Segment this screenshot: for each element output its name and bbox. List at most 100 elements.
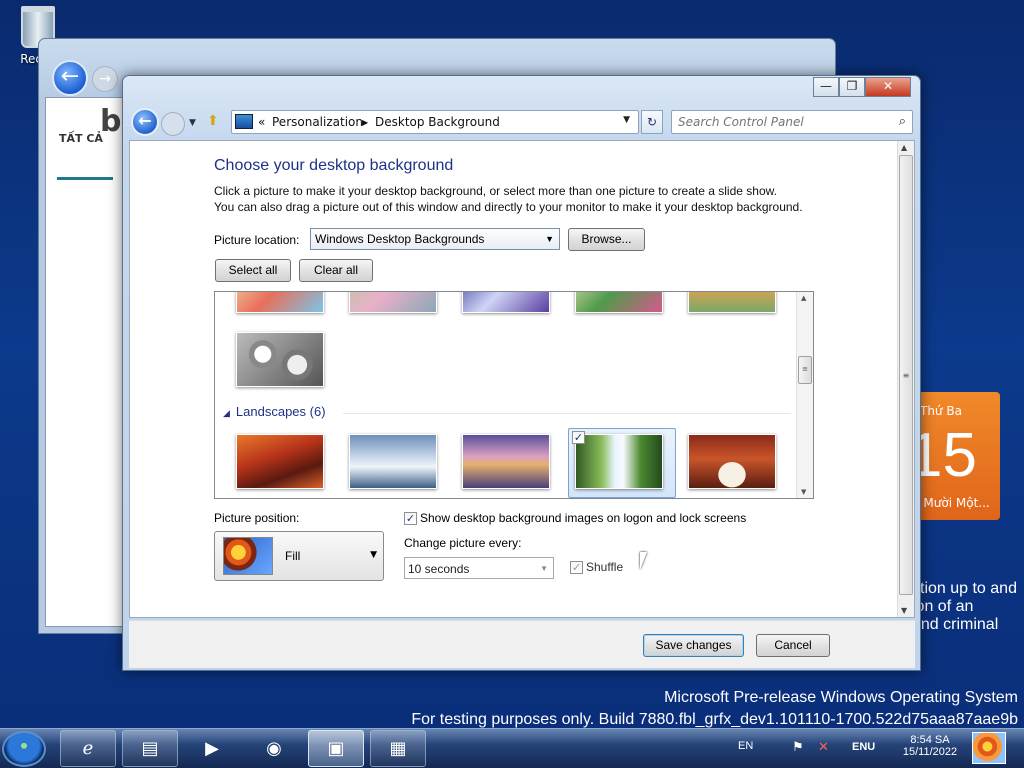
- breadcrumb-desktop-background[interactable]: Desktop Background: [375, 115, 500, 129]
- picture-location-label: Picture location:: [214, 233, 300, 247]
- media-player-icon[interactable]: ▶: [184, 730, 240, 767]
- show-desktop-thumbnail-icon[interactable]: [972, 732, 1006, 764]
- wallpaper-checkbox[interactable]: ✓: [572, 431, 585, 444]
- save-changes-button[interactable]: Save changes: [643, 634, 744, 657]
- tab-all[interactable]: TẤT CẢ: [59, 132, 103, 145]
- show-on-logon-label[interactable]: Show desktop background images on logon …: [420, 511, 746, 525]
- search-input[interactable]: [678, 114, 878, 130]
- calendar-month: g Mười Một...: [914, 496, 990, 510]
- group-divider: [343, 413, 791, 414]
- up-folder-icon[interactable]: ⬆: [207, 113, 223, 129]
- clock-date: 15/11/2022: [902, 746, 958, 758]
- clock-time: 8:54 SA: [910, 734, 950, 746]
- chevron-down-icon: ▼: [370, 550, 377, 560]
- wallpaper-thumbnail[interactable]: [688, 292, 776, 313]
- action-center-flag-icon[interactable]: ⚑: [792, 739, 804, 755]
- search-icon[interactable]: ⌕: [899, 114, 906, 129]
- bing-logo-icon: b: [100, 104, 122, 139]
- group-header-landscapes[interactable]: ◢ Landscapes (6): [223, 404, 326, 419]
- refresh-icon[interactable]: ↻: [641, 110, 663, 134]
- calendar-day-number: 15: [914, 421, 977, 490]
- breadcrumb-overflow[interactable]: «: [258, 115, 265, 129]
- control-panel-icon[interactable]: ▣: [308, 730, 364, 767]
- content-scrollbar[interactable]: ▲ ≡ ▼: [897, 141, 914, 617]
- shuffle-label[interactable]: Shuffle: [586, 560, 623, 574]
- wallpaper-thumbnail[interactable]: [462, 434, 550, 489]
- collapse-triangle-icon[interactable]: ◢: [223, 408, 230, 418]
- scrollbar-thumb[interactable]: ≡: [798, 356, 812, 384]
- picture-location-select[interactable]: Windows Desktop Backgrounds ▼: [310, 228, 560, 250]
- volume-muted-icon[interactable]: ✕: [818, 739, 829, 755]
- breadcrumb-separator-icon[interactable]: ▶: [362, 118, 368, 127]
- address-bar[interactable]: « Personalization ▶ Desktop Background ▼: [231, 110, 639, 134]
- maximize-button[interactable]: ❐: [839, 77, 865, 97]
- clear-all-button[interactable]: Clear all: [299, 259, 373, 282]
- chevron-down-icon[interactable]: ▼: [189, 118, 196, 128]
- news-line: ction up to and: [912, 580, 1017, 597]
- wallpaper-thumbnail[interactable]: [688, 434, 776, 489]
- wallpaper-gallery[interactable]: ◢ Landscapes (6) ✓ ▲ ≡ ▼: [214, 291, 814, 499]
- group-header-label: Landscapes (6): [235, 404, 326, 419]
- breadcrumb-personalization[interactable]: Personalization: [272, 115, 363, 129]
- browse-button[interactable]: Browse...: [568, 228, 645, 251]
- wallpaper-thumbnail[interactable]: [236, 292, 324, 313]
- raccoon-app-icon[interactable]: ◉: [246, 730, 302, 767]
- wallpaper-thumbnail[interactable]: [236, 332, 324, 387]
- forward-arrow-icon[interactable]: →: [92, 66, 118, 92]
- input-language[interactable]: ENU: [852, 741, 875, 753]
- change-every-select[interactable]: 10 seconds ▼: [404, 557, 554, 579]
- news-line: and criminal: [912, 616, 999, 633]
- wallpaper-thumbnail[interactable]: [349, 292, 437, 313]
- scrollbar-thumb[interactable]: ≡: [899, 155, 913, 595]
- watermark-line-1: Microsoft Pre-release Windows Operating …: [664, 689, 1018, 706]
- show-on-logon-checkbox[interactable]: ✓: [404, 512, 417, 525]
- action-bar: Save changes Cancel: [129, 620, 915, 668]
- picture-position-select[interactable]: Fill ▼: [214, 531, 384, 581]
- change-every-value: 10 seconds: [408, 562, 470, 576]
- cancel-button[interactable]: Cancel: [756, 634, 830, 657]
- wallpaper-thumbnail-selected[interactable]: [575, 434, 663, 489]
- forward-arrow-icon[interactable]: [161, 112, 185, 136]
- picture-position-value: Fill: [285, 549, 301, 563]
- page-description: Click a picture to make it your desktop …: [214, 183, 803, 215]
- shuffle-checkbox[interactable]: ✓: [570, 561, 583, 574]
- chevron-down-icon[interactable]: ▼: [623, 115, 630, 125]
- description-line: Click a picture to make it your desktop …: [214, 184, 777, 198]
- description-line: You can also drag a picture out of this …: [214, 200, 803, 214]
- wallpaper-thumbnail[interactable]: [236, 434, 324, 489]
- tab-indicator: [57, 177, 113, 180]
- close-button[interactable]: ✕: [865, 77, 911, 97]
- scroll-down-icon[interactable]: ▼: [801, 488, 806, 496]
- news-line: ion of an: [912, 598, 974, 615]
- scroll-up-icon[interactable]: ▲: [901, 143, 907, 152]
- wallpaper-thumbnail[interactable]: [462, 292, 550, 313]
- watermark-line-2: For testing purposes only. Build 7880.fb…: [411, 711, 1018, 728]
- calendar-day-of-week: Thứ Ba: [920, 404, 962, 418]
- desktop-background-window[interactable]: — ❐ ✕ ← ▼ ⬆ « Personalization ▶ Desktop …: [122, 75, 921, 671]
- search-box[interactable]: ⌕: [671, 110, 913, 134]
- back-arrow-icon[interactable]: ←: [131, 108, 159, 136]
- wallpaper-thumbnail[interactable]: [349, 434, 437, 489]
- change-every-label: Change picture every:: [404, 536, 522, 550]
- windows-explorer-icon[interactable]: ▤: [122, 730, 178, 767]
- minimize-button[interactable]: —: [813, 77, 839, 97]
- chevron-down-icon: ▼: [540, 564, 548, 573]
- scroll-down-icon[interactable]: ▼: [901, 606, 907, 615]
- calendar-gadget[interactable]: Thứ Ba 15 g Mười Một...: [914, 392, 1000, 520]
- back-arrow-icon[interactable]: ←: [52, 60, 88, 96]
- page-title: Choose your desktop background: [214, 157, 454, 174]
- fill-preview-icon: [223, 537, 273, 575]
- language-indicator[interactable]: EN: [738, 740, 753, 752]
- internet-explorer-icon[interactable]: ℯ: [60, 730, 116, 767]
- control-panel-icon: [235, 114, 253, 129]
- clock[interactable]: 8:54 SA 15/11/2022: [900, 734, 960, 758]
- start-button[interactable]: [2, 731, 46, 767]
- chevron-down-icon: ▼: [545, 234, 554, 244]
- scroll-up-icon[interactable]: ▲: [801, 294, 806, 302]
- gadgets-icon[interactable]: ▦: [370, 730, 426, 767]
- select-all-button[interactable]: Select all: [215, 259, 291, 282]
- gallery-scrollbar[interactable]: ▲ ≡ ▼: [796, 292, 813, 498]
- picture-position-label: Picture position:: [214, 511, 300, 525]
- picture-location-value: Windows Desktop Backgrounds: [315, 232, 485, 246]
- wallpaper-thumbnail[interactable]: [575, 292, 663, 313]
